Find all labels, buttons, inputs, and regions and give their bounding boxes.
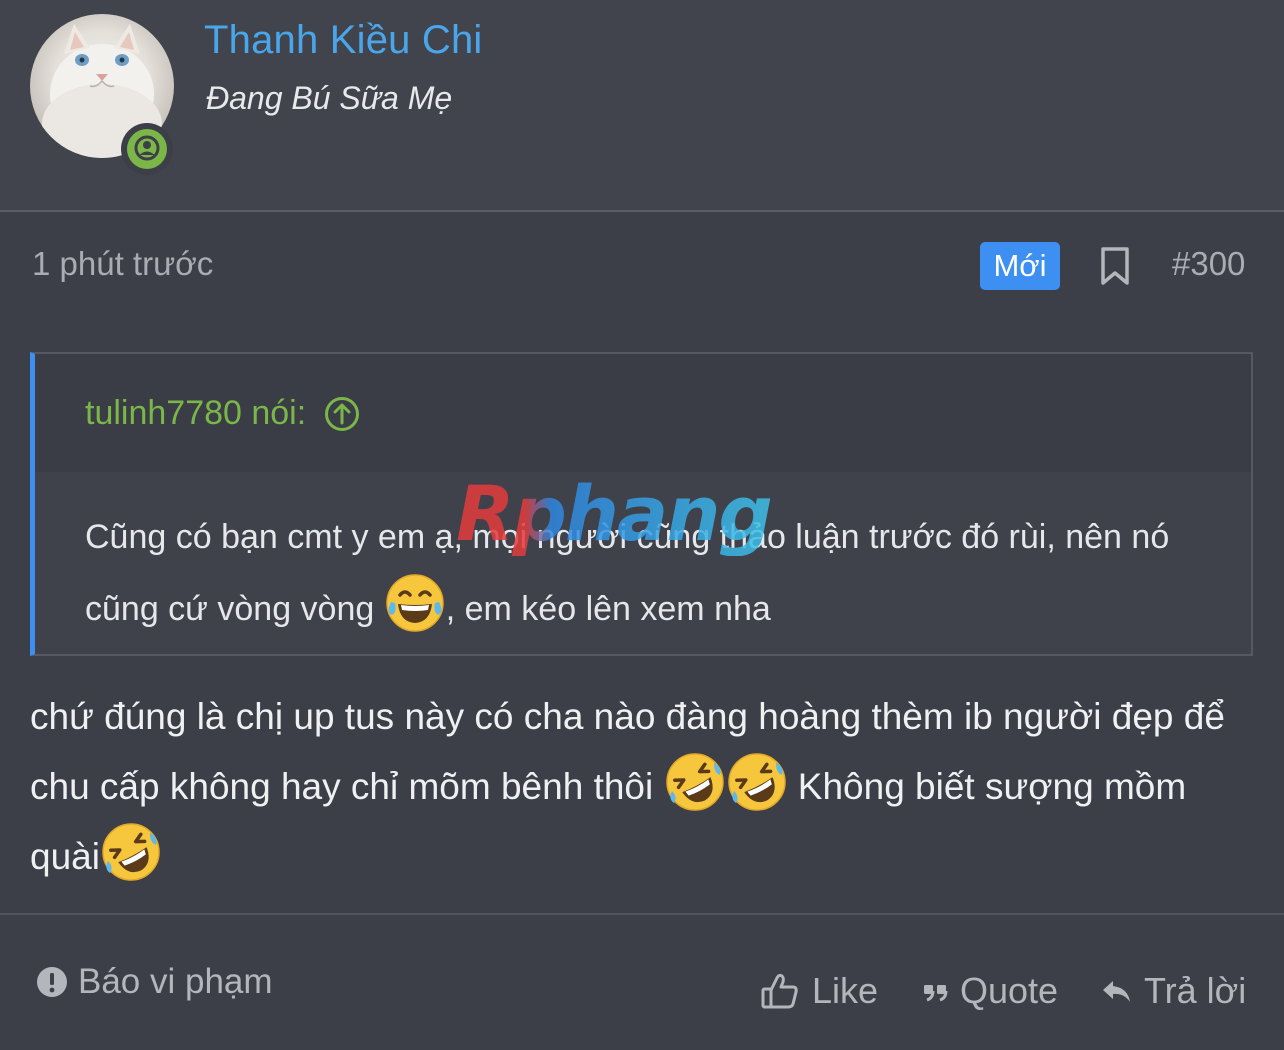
post-author-header: Thanh Kiều Chi Đang Bú Sữa Mẹ [0,0,1284,212]
new-badge: Mới [980,242,1060,290]
footer-divider [0,913,1284,915]
post-timestamp[interactable]: 1 phút trước [32,245,213,283]
rofl-emoji [726,751,788,813]
thumbs-up-icon [761,973,798,1009]
quote-block: tulinh7780 nói: Cũng có bạn cmt y em ạ, … [30,352,1253,656]
reply-button[interactable]: Trả lời [1100,970,1246,1012]
rofl-emoji [100,821,162,883]
post-number[interactable]: #300 [1172,245,1245,283]
quote-text-part2: , em kéo lên xem nha [445,590,771,628]
author-name[interactable]: Thanh Kiều Chi [204,18,483,63]
quote-marks-icon [924,985,948,1002]
exclamation-circle-icon [37,967,67,997]
online-status-badge [121,123,173,175]
author-user-title: Đang Bú Sữa Mẹ [206,80,453,116]
user-online-icon [134,135,160,161]
reply-arrow-icon [1103,981,1130,1002]
bookmark-icon [1101,247,1129,285]
arrow-up-circle-icon[interactable] [324,396,360,432]
report-label: Báo vi phạm [78,962,273,1001]
like-button[interactable]: Like [760,970,878,1012]
bookmark-button[interactable] [1099,246,1131,286]
like-label: Like [812,970,879,1011]
quote-author-label: tulinh7780 nói: [85,394,307,432]
rofl-emoji [664,751,726,813]
quote-text: Cũng có bạn cmt y em ạ, mọi người cũng t… [85,502,1215,644]
quote-button[interactable]: Quote [922,970,1058,1012]
report-button[interactable]: Báo vi phạm [36,962,273,1002]
reply-label: Trả lời [1144,970,1247,1011]
quote-label: Quote [960,970,1059,1011]
tears-of-joy-emoji [384,572,446,634]
post-message: chứ đúng là chị up tus này có cha nào đà… [30,682,1255,891]
quote-author-link[interactable]: tulinh7780 nói: [85,394,360,433]
